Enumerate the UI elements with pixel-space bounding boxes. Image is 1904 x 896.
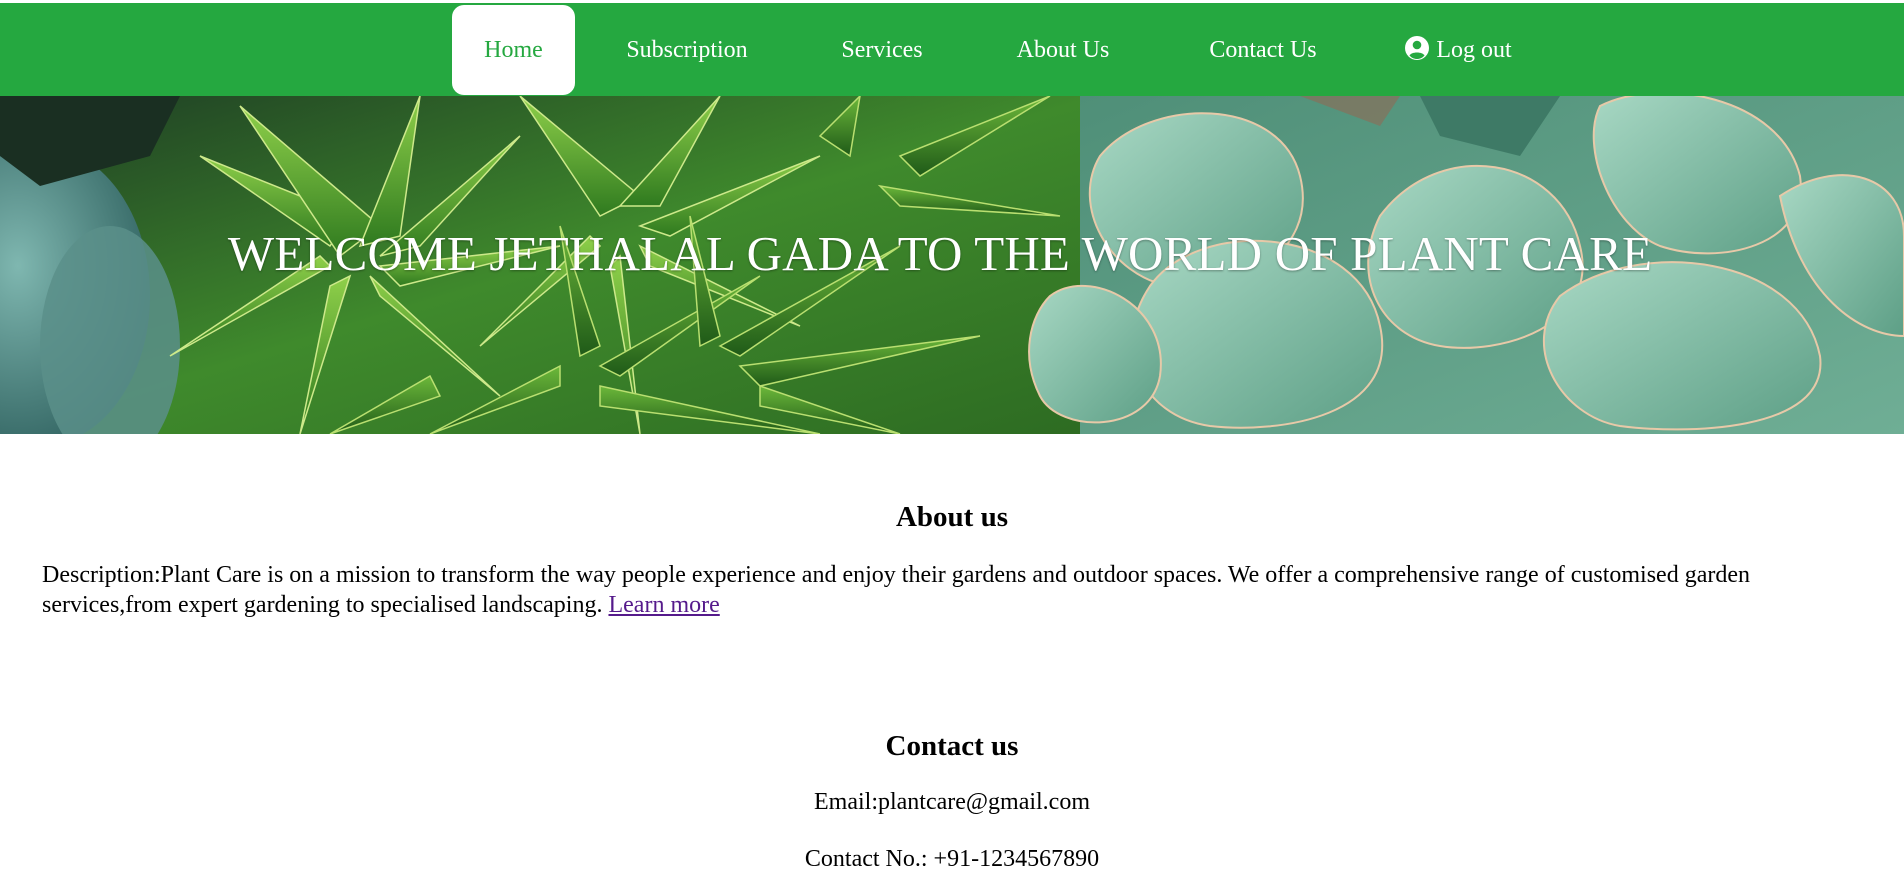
nav-about-us-link[interactable]: About Us [1006, 5, 1120, 95]
hero-welcome-title: WELCOME JETHALAL GADA TO THE WORLD OF PL… [227, 226, 1653, 281]
about-section-heading: About us [895, 501, 1009, 533]
hero-banner: WELCOME JETHALAL GADA TO THE WORLD OF PL… [0, 96, 1904, 434]
nav-home-link[interactable]: Home [452, 5, 575, 95]
nav-subscription-link[interactable]: Subscription [610, 5, 764, 95]
learn-more-link[interactable]: Learn more [608, 592, 719, 618]
logout-label: Log out [1436, 37, 1512, 63]
top-navbar: Home Subscription Services About Us Cont… [0, 3, 1904, 96]
contact-section-heading: Contact us [885, 730, 1019, 762]
about-description: Description:Plant Care is on a mission t… [42, 560, 1872, 620]
logout-link[interactable]: Log out [1398, 5, 1518, 95]
user-circle-icon [1405, 36, 1430, 60]
contact-email: Email:plantcare@gmail.com [814, 789, 1090, 815]
contact-phone: Contact No.: +91-1234567890 [804, 846, 1100, 872]
nav-contact-us-link[interactable]: Contact Us [1192, 5, 1334, 95]
nav-services-link[interactable]: Services [830, 5, 934, 95]
about-description-text: Description:Plant Care is on a mission t… [42, 562, 1750, 618]
